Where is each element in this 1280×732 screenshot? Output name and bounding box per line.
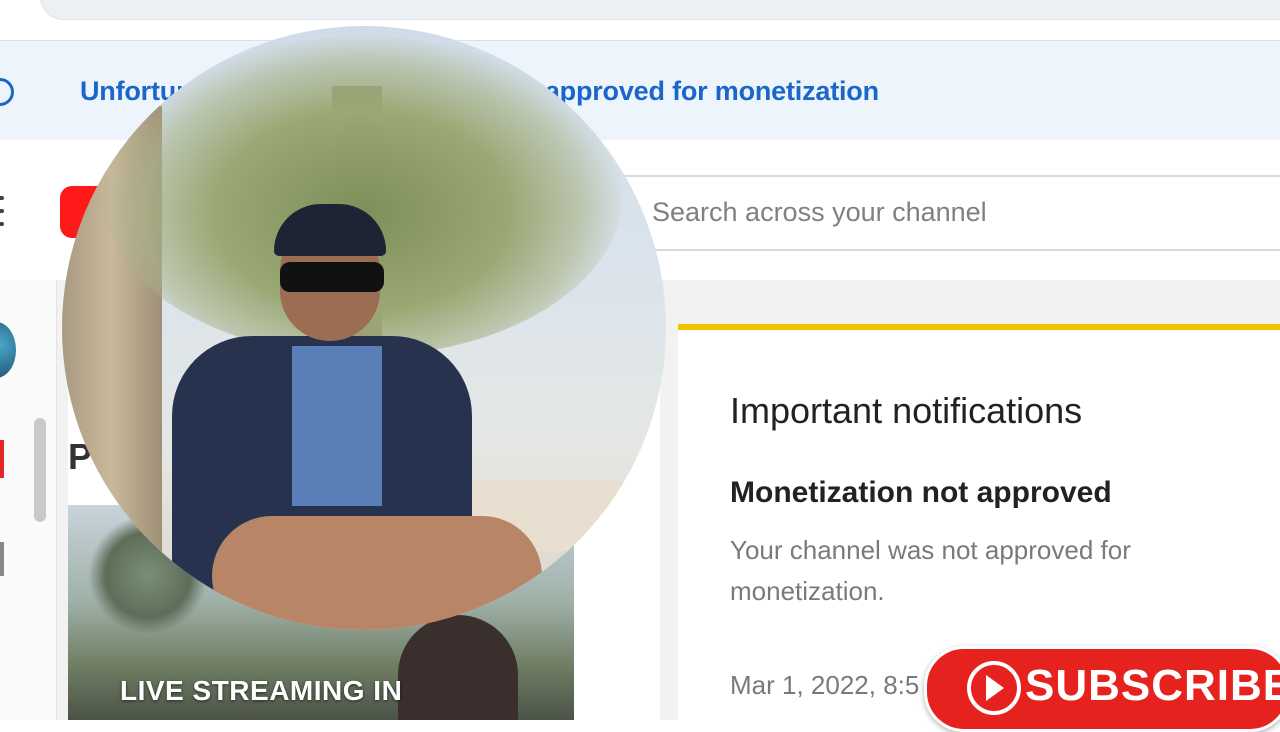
subscribe-label: SUBSCRIBE — [1025, 661, 1280, 710]
play-icon — [967, 661, 1021, 715]
notification-description: Your channel was not approved for moneti… — [730, 535, 1131, 606]
sidebar-scrollbar[interactable] — [34, 418, 46, 522]
creator-photo-overlay — [62, 26, 666, 630]
sidebar-item-icon[interactable] — [0, 542, 4, 576]
search-box — [620, 175, 1280, 251]
search-input[interactable] — [650, 189, 1280, 235]
person-legs — [212, 516, 542, 630]
notifications-title: Important notifications — [730, 390, 1083, 431]
menu-icon[interactable] — [0, 196, 4, 226]
thumbnail-person — [398, 615, 518, 720]
person-sunglasses — [280, 262, 384, 292]
notification-date: Mar 1, 2022, 8:5 — [730, 670, 920, 700]
browser-address-bar[interactable] — [40, 0, 1280, 20]
notification-title: Monetization not approved — [730, 476, 1112, 509]
thumbnail-caption: LIVE STREAMING IN — [120, 675, 403, 706]
person-shirt — [292, 346, 382, 506]
sidebar-item-active-indicator[interactable] — [0, 440, 4, 478]
subscribe-button[interactable]: SUBSCRIBE — [924, 646, 1280, 732]
